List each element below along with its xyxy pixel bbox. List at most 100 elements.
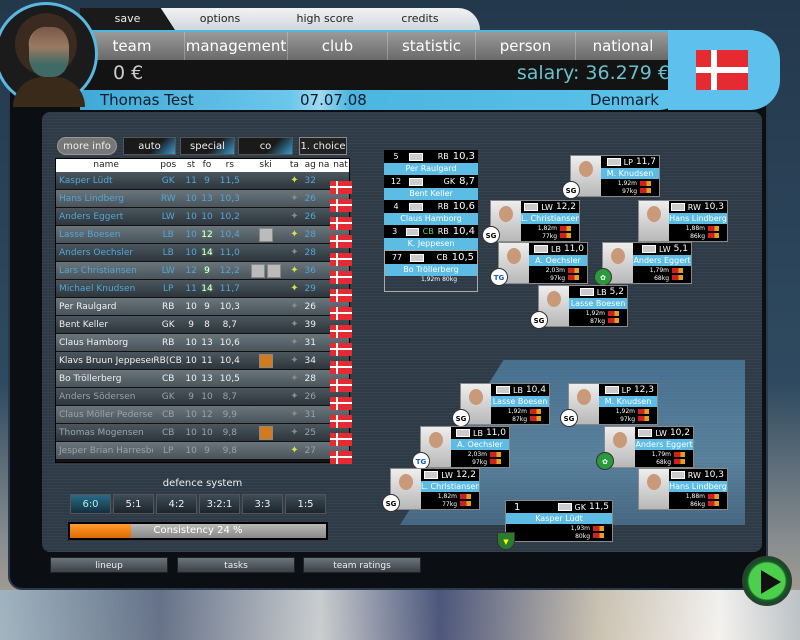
defence-5-1-button[interactable]: 5:1	[113, 494, 154, 514]
table-row[interactable]: Bo Tröllerberg CB 10 13 10,5 ✦ 28	[56, 370, 352, 392]
player-position-card[interactable]: RW 10,3 Hans Lindberg 1,88m 86kg	[638, 200, 728, 242]
table-row[interactable]: Jesper Brian Harresbo LP 10 9 9,8 ✦ 27	[56, 442, 352, 464]
tab-tasks[interactable]: tasks	[177, 557, 295, 573]
card-pos: LB	[473, 428, 483, 438]
table-row[interactable]: Claus Hamborg RB 10 13 10,6 ✦ 31	[56, 334, 352, 356]
col-ag[interactable]: ag	[302, 159, 318, 172]
tab-save[interactable]: save	[80, 8, 175, 30]
player-position-card[interactable]: LW 12,2 L. Christiansen 1,82m 77kg	[390, 468, 480, 510]
table-row[interactable]: Bent Keller GK 9 8 8,7 ✦ 39	[56, 316, 352, 338]
table-row[interactable]: Claus Möller Pedersen CB 10 12 9,9 ✦ 31	[56, 406, 352, 428]
co-button[interactable]: co	[238, 137, 293, 155]
card-rating: 11,5	[588, 502, 609, 512]
nav-person[interactable]: person	[476, 32, 576, 60]
table-row[interactable]: Anders Södersen GK 9 10 8,7 ✦ 26	[56, 388, 352, 410]
star-grey-icon: ✦	[290, 373, 299, 384]
table-row[interactable]: Hans Lindberg RW 10 13 10,3 ✦ 26	[56, 190, 352, 212]
player-position-card[interactable]: LB 11,0 A. Oechsler 2,03m 97kg	[498, 242, 588, 284]
nav-club[interactable]: club	[288, 32, 388, 60]
player-position-card[interactable]: LB 5,2 Lasse Boesen 1,92m 87kg	[538, 285, 628, 327]
consistency-bar: Consistency 24 %	[68, 522, 328, 540]
player-st: 9	[188, 319, 194, 330]
bar-f	[608, 318, 624, 323]
sub-weight: 80kg	[442, 276, 457, 283]
nav-statistic[interactable]: statistic	[388, 32, 476, 60]
substitute-card[interactable]: 77 CB 10,5 Bo Tröllerberg 1,92m 80kg	[384, 250, 478, 292]
money-bar: 0 € salary: 36.279 €	[80, 60, 690, 90]
defence-1-5-button[interactable]: 1:5	[285, 494, 326, 514]
sub-number: 77	[391, 253, 403, 262]
col-st[interactable]: st	[183, 159, 199, 172]
table-row[interactable]: Anders Oechsler LB 10 14 11,0 ✦ 28	[56, 244, 352, 266]
tab-lineup[interactable]: lineup	[50, 557, 168, 573]
defence-4-2-button[interactable]: 4:2	[156, 494, 197, 514]
col-nat[interactable]: nat	[332, 159, 349, 172]
col-ta[interactable]: ta	[286, 159, 302, 172]
auto-button[interactable]: auto	[123, 137, 176, 155]
table-row[interactable]: Lars Christiansen LW 12 9 12,2 ✦ 36	[56, 262, 352, 284]
player-position-card[interactable]: LW 12,2 L. Christiansen 1,82m 77kg	[490, 200, 580, 242]
player-age: 26	[304, 301, 316, 312]
player-age: 28	[304, 373, 316, 384]
sub-number: 4	[393, 202, 399, 211]
table-row[interactable]: Thomas Mogensen CB 10 10 9,8 ✦ 25	[56, 424, 352, 446]
nav-national[interactable]: national	[576, 32, 670, 60]
player-pos: RW	[160, 193, 176, 204]
player-position-card[interactable]: LB 11,0 A. Oechsler 2,03m 97kg	[420, 426, 510, 468]
player-rs: 11,7	[219, 283, 240, 294]
col-pos[interactable]: pos	[153, 159, 183, 172]
defence-3-2-1-button[interactable]: 3:2:1	[199, 494, 240, 514]
col-name[interactable]: name	[56, 159, 153, 172]
card-height: 1,82m	[537, 225, 557, 232]
bar-f	[490, 459, 506, 464]
tab-team-ratings[interactable]: team ratings	[303, 557, 421, 573]
more-info-button[interactable]: more info	[57, 137, 117, 155]
player-position-card[interactable]: 1 GK 11,5 Kasper Lüdt 1,93m 80kg	[505, 500, 613, 542]
tab-credits[interactable]: credits	[385, 8, 455, 30]
special-button[interactable]: special	[180, 137, 235, 155]
col-na[interactable]: na	[318, 159, 332, 172]
info-bar: Thomas Test 07.07.08 Denmark	[80, 90, 680, 110]
table-row[interactable]: Michael Knudsen LP 11 14 11,7 ✦ 29	[56, 280, 352, 302]
skill-icon[interactable]	[250, 263, 265, 278]
col-ski[interactable]: ski	[245, 159, 287, 172]
player-position-card[interactable]: LP 12,3 M. Knudsen 1,92m 97kg	[568, 383, 658, 425]
player-position-card[interactable]: LW 5,1 Anders Eggert 1,79m 68kg	[602, 242, 692, 284]
star-grey-icon: ✦	[290, 247, 299, 258]
player-pos: GK	[161, 175, 175, 186]
col-rs[interactable]: rs	[215, 159, 245, 172]
player-pos: CB	[162, 373, 175, 384]
table-row[interactable]: Klavs Bruun Jeppesen RB(CB) 10 11 10,4 ✦ 34	[56, 352, 352, 374]
club-logo-icon: ✿	[594, 268, 612, 286]
player-st: 10	[185, 193, 197, 204]
defence-3-3-button[interactable]: 3:3	[242, 494, 283, 514]
col-fo[interactable]: fo	[199, 159, 215, 172]
nav-management[interactable]: management	[185, 32, 288, 60]
skill-icon[interactable]	[258, 227, 273, 242]
attribute-bars	[530, 409, 546, 423]
tab-high-score[interactable]: high score	[280, 8, 370, 30]
skill-icon[interactable]	[266, 263, 281, 278]
player-position-card[interactable]: LP 11,7 M. Knudsen 1,92m 97kg	[570, 155, 660, 197]
continue-play-button[interactable]	[742, 556, 792, 606]
mail-icon	[410, 253, 424, 262]
card-pos: LW	[441, 470, 453, 480]
card-weight: 77kg	[542, 233, 557, 240]
table-row[interactable]: Per Raulgard RB 10 9 10,3 ✦ 26	[56, 298, 352, 320]
card-weight: 97kg	[622, 188, 637, 195]
player-position-card[interactable]: LB 10,4 Lasse Boesen 1,92m 87kg	[460, 383, 550, 425]
defence-6-0-button[interactable]: 6:0	[70, 494, 111, 514]
denmark-flag-icon	[696, 50, 748, 90]
tab-options[interactable]: options	[180, 8, 260, 30]
table-row[interactable]: Kasper Lüdt GK 11 9 11,5 ✦ 32	[56, 172, 352, 194]
player-position-card[interactable]: LW 10,2 Anders Eggert 1,79m 68kg	[604, 426, 694, 468]
player-position-card[interactable]: RW 10,3 Hans Lindberg 1,88m 86kg	[638, 468, 728, 510]
card-weight: 87kg	[590, 318, 605, 325]
skill-icon[interactable]	[258, 425, 273, 440]
first-choice-button[interactable]: 1. choice	[299, 137, 347, 155]
table-row[interactable]: Lasse Boesen LB 10 12 10,4 ✦ 28	[56, 226, 352, 248]
mail-icon	[642, 245, 657, 253]
skill-icon[interactable]	[258, 353, 273, 368]
table-row[interactable]: Anders Eggert LW 10 10 10,2 ✦ 26	[56, 208, 352, 230]
player-name: Kasper Lüdt	[59, 175, 113, 186]
